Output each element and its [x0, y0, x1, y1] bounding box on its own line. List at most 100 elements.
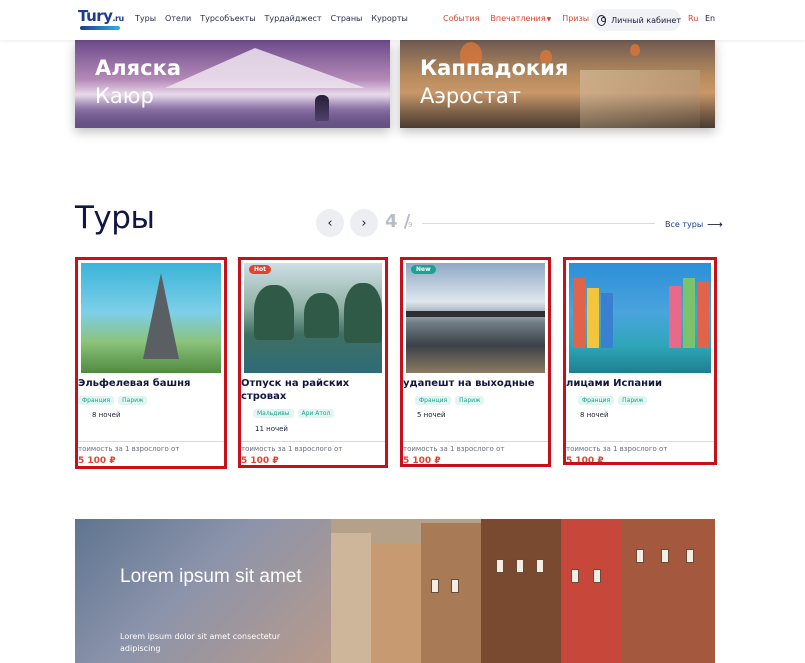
tour-duration: 8 ночей [92, 411, 121, 419]
nav-item-resorts[interactable]: Курорты [371, 14, 407, 23]
window-shape [516, 559, 524, 573]
tour-photo [81, 263, 221, 373]
card-divider [566, 441, 714, 442]
eiffel-tower-shape [143, 273, 179, 359]
tour-tags: Франция Париж [415, 396, 485, 405]
promo-card-cappadocia[interactable]: Каппадокия Аэростат [400, 40, 715, 128]
promo-card-alaska[interactable]: Аляска Каюр [75, 40, 390, 128]
tour-duration: 11 ночей [255, 425, 288, 433]
logo-text: Tury.ru [78, 7, 124, 25]
tour-card[interactable]: Hot Отпуск на райских стровах Мальдивы А… [238, 257, 388, 468]
building-facade [331, 533, 371, 663]
promo-banner[interactable]: Lorem ipsum sit amet Lorem ipsum dolor s… [75, 519, 715, 663]
impressions-label: Впечатления [490, 14, 546, 23]
promo-subtitle: Аэростат [420, 84, 521, 108]
section-title: Туры [75, 200, 155, 236]
tour-photo [244, 263, 382, 373]
price-label: тоимость за 1 взрослого от [241, 445, 343, 453]
building-facade [621, 519, 715, 663]
card-divider [78, 441, 224, 442]
slider-next-button[interactable]: › [350, 209, 378, 237]
window-shape [536, 559, 544, 573]
nav-item-countries[interactable]: Страны [331, 14, 363, 23]
secondary-nav: События Впечатления▼ Призы [443, 14, 589, 23]
tour-price: 5 100 ₽ [566, 456, 604, 465]
nav-item-tours[interactable]: Туры [135, 14, 156, 23]
tour-card[interactable]: New удапешт на выходные Франция Париж 5 … [400, 257, 551, 467]
house-shape [573, 278, 585, 348]
house-shape [697, 282, 709, 348]
promo-subtitle: Каюр [95, 84, 154, 108]
all-tours-link[interactable]: Все туры ⟶ [665, 218, 723, 231]
tag-city[interactable]: Париж [618, 396, 648, 405]
main-nav: Туры Отели Турсобъекты Турдайджест Стран… [135, 14, 408, 23]
tour-price: 5 100 ₽ [403, 456, 441, 466]
price-label: тоимость за 1 взрослого от [403, 445, 505, 453]
nav-item-digest[interactable]: Турдайджест [265, 14, 322, 23]
tour-price: 5 100 ₽ [78, 456, 116, 466]
tag-country[interactable]: Франция [78, 396, 115, 405]
window-shape [661, 549, 669, 563]
tag-city[interactable]: Париж [118, 396, 148, 405]
logo-suffix: .ru [112, 14, 124, 23]
chevron-left-icon: ‹ [327, 215, 333, 231]
card-divider [403, 441, 548, 442]
current-page: 4 / [385, 211, 411, 232]
site-logo[interactable]: Tury.ru [78, 7, 126, 33]
account-label: Личный кабинет [611, 15, 681, 25]
window-shape [636, 549, 644, 563]
tour-title-line2: стровах [241, 391, 287, 402]
house-shape [683, 278, 695, 348]
tour-title: Отпуск на райских [241, 378, 350, 389]
tour-price: 5 100 ₽ [241, 456, 279, 466]
building-facade [371, 543, 421, 663]
slider-prev-button[interactable]: ‹ [316, 209, 344, 237]
tour-card[interactable]: Эльфелевая башня Франция Париж 8 ночей т… [75, 257, 227, 469]
tour-photo [406, 263, 545, 373]
island-shape [304, 293, 339, 338]
house-shape [601, 293, 613, 348]
logo-swoosh [80, 26, 120, 30]
nav-item-events[interactable]: События [443, 14, 479, 23]
tag-country[interactable]: Мальдивы [253, 409, 294, 418]
nav-item-tourobjects[interactable]: Турсобъекты [200, 14, 255, 23]
tour-title: лицами Испании [566, 378, 663, 389]
banner-text: Lorem ipsum dolor sit amet consectetur a… [120, 632, 281, 653]
tag-country[interactable]: Франция [578, 396, 615, 405]
promo-title: Аляска [95, 56, 181, 80]
slider-progress [422, 223, 655, 224]
nav-item-impressions[interactable]: Впечатления▼ [490, 14, 551, 23]
tag-country[interactable]: Франция [415, 396, 452, 405]
chevron-right-icon: › [361, 215, 367, 231]
tour-title: Эльфелевая башня [78, 378, 191, 389]
tag-city[interactable]: Ари Атол [297, 409, 335, 418]
building-facade [421, 523, 481, 663]
new-badge: New [411, 265, 436, 274]
tour-duration: 5 ночей [417, 411, 446, 419]
nav-item-prizes[interactable]: Призы [562, 14, 589, 23]
user-icon [597, 14, 607, 26]
window-shape [431, 579, 439, 593]
chevron-down-icon: ▼ [546, 16, 552, 23]
account-button[interactable]: Личный кабинет [591, 9, 681, 31]
window-shape [571, 569, 579, 583]
island-shape [344, 283, 382, 343]
card-divider [241, 441, 385, 442]
promo-mountain [165, 48, 365, 88]
lang-ru-link[interactable]: Ru [688, 14, 698, 23]
house-shape [669, 286, 681, 348]
lang-en-link[interactable]: En [705, 14, 715, 23]
window-shape [451, 579, 459, 593]
all-tours-label: Все туры [665, 220, 704, 229]
nav-item-hotels[interactable]: Отели [165, 14, 191, 23]
logo-main: Tury [78, 7, 113, 25]
tour-tags: Франция Париж [578, 396, 648, 405]
price-label: тоимость за 1 взрослого от [566, 445, 668, 453]
hot-badge: Hot [249, 265, 272, 274]
price-label: тоимость за 1 взрослого от [78, 445, 180, 453]
window-shape [496, 559, 504, 573]
tour-card[interactable]: лицами Испании Франция Париж 8 ночей тои… [563, 257, 717, 465]
tour-tags: Франция Париж [78, 396, 148, 405]
building-facade [481, 519, 561, 663]
tag-city[interactable]: Париж [455, 396, 485, 405]
